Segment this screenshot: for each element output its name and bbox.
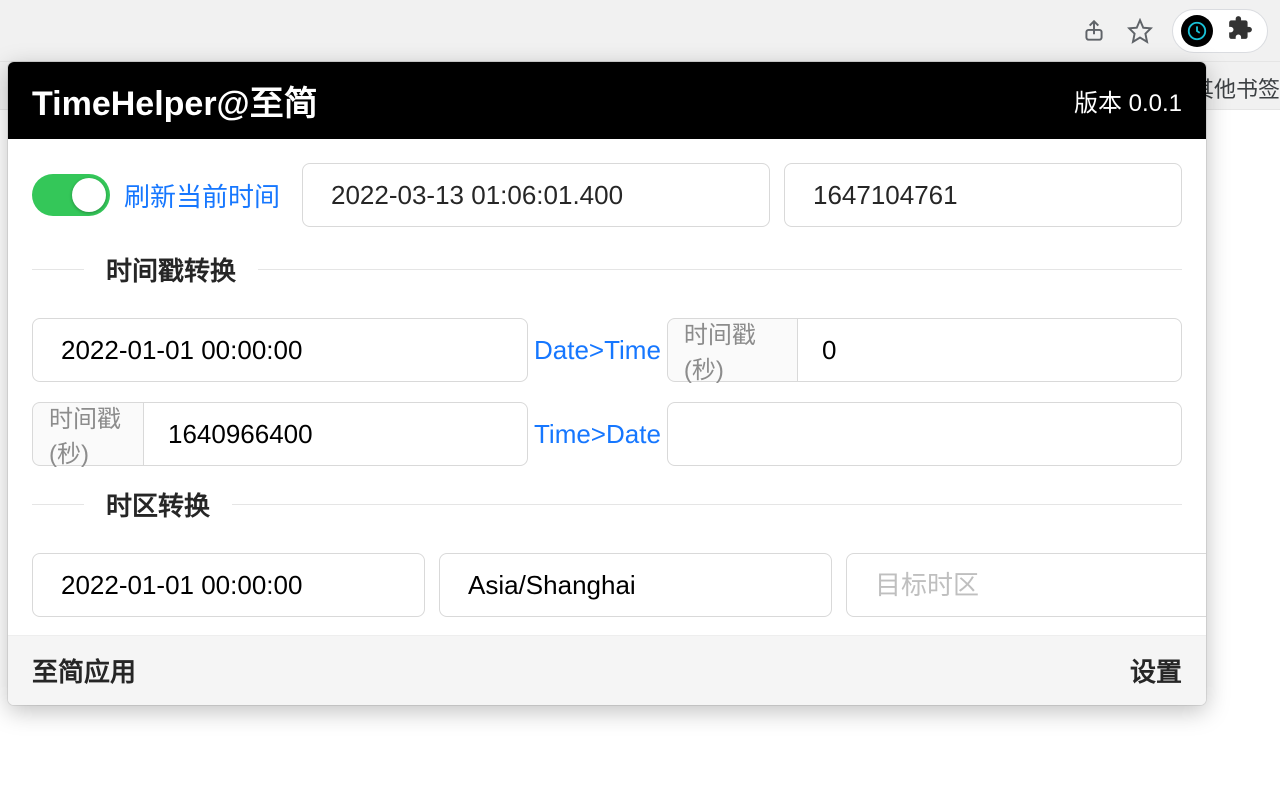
app-title: TimeHelper@至简	[32, 76, 318, 125]
timestamp-addon-label: 时间戳(秒)	[667, 318, 797, 382]
auto-refresh-toggle[interactable]	[32, 174, 110, 216]
time-to-date-row: 时间戳(秒) Time>Date	[32, 402, 1182, 466]
extension-pill	[1172, 9, 1268, 53]
refresh-row: 刷新当前时间	[32, 163, 1182, 227]
date-to-time-button[interactable]: Date>Time	[532, 335, 663, 366]
current-datetime-input[interactable]	[302, 163, 770, 227]
browser-toolbar	[0, 0, 1280, 62]
footer-app-link[interactable]: 至简应用	[32, 652, 136, 689]
time-to-date-button[interactable]: Time>Date	[532, 419, 663, 450]
section-divider-timezone: 时区转换	[32, 486, 1182, 523]
toggle-knob	[72, 178, 106, 212]
extension-popup: TimeHelper@至简 版本 0.0.1 刷新当前时间 时间戳转换 Date…	[8, 62, 1206, 705]
date-to-time-row: Date>Time 时间戳(秒)	[32, 318, 1182, 382]
section-divider-timestamp: 时间戳转换	[32, 251, 1182, 288]
extensions-icon[interactable]	[1227, 15, 1253, 46]
popup-header: TimeHelper@至简 版本 0.0.1	[8, 62, 1206, 139]
timestamp-input[interactable]	[143, 402, 528, 466]
timestamp-input-group: 时间戳(秒)	[32, 402, 528, 466]
section-title-timestamp: 时间戳转换	[106, 251, 236, 288]
timestamp-addon-label-2: 时间戳(秒)	[32, 402, 143, 466]
app-version: 版本 0.0.1	[1074, 83, 1182, 118]
divider-line	[232, 504, 1182, 505]
popup-footer: 至简应用 设置	[8, 635, 1206, 705]
tz-datetime-input[interactable]	[32, 553, 425, 617]
timezone-row	[32, 553, 1182, 617]
divider-line	[32, 269, 84, 270]
timestamp-output[interactable]	[797, 318, 1182, 382]
refresh-label: 刷新当前时间	[124, 177, 280, 214]
divider-line	[32, 504, 84, 505]
share-icon[interactable]	[1080, 17, 1108, 45]
date-output[interactable]	[667, 402, 1182, 466]
current-timestamp-input[interactable]	[784, 163, 1182, 227]
tz-from-input[interactable]	[439, 553, 832, 617]
section-title-timezone: 时区转换	[106, 486, 210, 523]
divider-line	[258, 269, 1182, 270]
timehelper-extension-icon[interactable]	[1181, 15, 1213, 47]
timestamp-output-group: 时间戳(秒)	[667, 318, 1182, 382]
tz-to-input[interactable]	[846, 553, 1206, 617]
star-icon[interactable]	[1126, 17, 1154, 45]
date-input[interactable]	[32, 318, 528, 382]
footer-settings-link[interactable]: 设置	[1130, 652, 1182, 689]
